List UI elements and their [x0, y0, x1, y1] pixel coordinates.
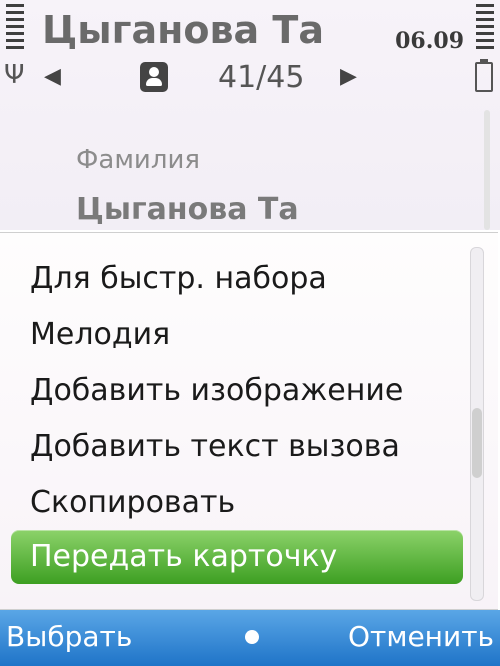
menu-item-copy[interactable]: Скопировать	[30, 485, 235, 520]
field-label-surname: Фамилия	[76, 145, 200, 175]
contact-card-icon	[140, 62, 168, 92]
select-softkey[interactable]: Выбрать	[6, 620, 132, 653]
menu-item-send-card[interactable]: Передать карточку	[30, 539, 337, 574]
previous-contact-arrow-icon[interactable]: ◀	[44, 64, 61, 89]
battery-level-bars	[476, 4, 494, 53]
field-value-surname: Цыганова Та	[76, 192, 299, 227]
battery-icon	[475, 59, 493, 92]
contact-title: Цыганова Та	[42, 8, 324, 52]
menu-scrollbar-thumb[interactable]	[472, 408, 482, 478]
softkey-bar: Выбрать Отменить	[0, 610, 500, 666]
antenna-icon: Ψ	[4, 60, 25, 90]
contact-header: Ψ Цыганова Та 06.09 ◀ 41/45 ▶ Фамилия Цы…	[0, 0, 500, 230]
contact-counter: 41/45	[218, 60, 305, 95]
center-softkey-dot-icon[interactable]	[245, 630, 259, 644]
signal-strength-bars	[6, 4, 24, 53]
menu-item-speed-dial[interactable]: Для быстр. набора	[30, 261, 327, 296]
clock: 06.09	[395, 28, 464, 54]
menu-item-add-image[interactable]: Добавить изображение	[30, 373, 403, 408]
cancel-softkey[interactable]: Отменить	[348, 620, 494, 653]
options-popup-menu: Для быстр. набора Мелодия Добавить изобр…	[0, 232, 498, 610]
menu-item-ringtone[interactable]: Мелодия	[30, 317, 170, 352]
details-scrollbar[interactable]	[484, 110, 490, 230]
next-contact-arrow-icon[interactable]: ▶	[340, 64, 357, 89]
menu-scrollbar[interactable]	[470, 247, 484, 601]
menu-item-add-call-text[interactable]: Добавить текст вызова	[30, 429, 400, 464]
